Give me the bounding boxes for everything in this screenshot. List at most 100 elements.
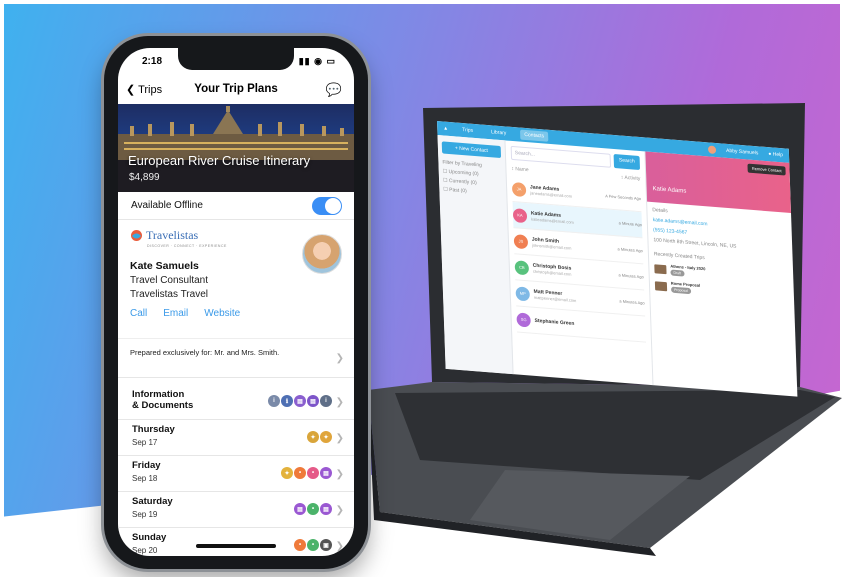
activity-icons: ✦ • • ▤ xyxy=(281,467,332,479)
tab-library[interactable]: Library xyxy=(487,127,511,139)
itinerary-row-date: Sep 17 xyxy=(132,438,158,447)
contact-row-activity: a Minutes Ago xyxy=(618,272,644,280)
itinerary-row-title: Sunday xyxy=(132,532,166,543)
tab-trips[interactable]: Trips xyxy=(458,125,477,137)
trip-badge: Draft xyxy=(670,269,685,277)
activity-type-icon: ▤ xyxy=(307,395,319,407)
activity-icons: i ℹ ▤ ▤ i xyxy=(268,395,332,407)
contact-row-name: Stephanie Green xyxy=(534,317,575,327)
activity-type-icon: • xyxy=(294,467,306,479)
website-link[interactable]: Website xyxy=(204,308,240,319)
activity-type-icon: ✦ xyxy=(307,431,319,443)
itinerary-row-date: Sep 20 xyxy=(132,546,158,555)
chevron-right-icon: ❯ xyxy=(335,433,344,444)
itinerary-row-title: Information & Documents xyxy=(132,389,193,411)
activity-type-icon: ✦ xyxy=(320,431,332,443)
chevron-right-icon: ❯ xyxy=(335,541,344,552)
chevron-right-icon: ❯ xyxy=(335,469,344,480)
filter-currently-label: Currently (0) xyxy=(448,177,477,187)
activity-type-icon: ▤ xyxy=(294,503,306,515)
trip-badge: Proposal xyxy=(670,286,692,295)
chat-icon[interactable]: 💬 xyxy=(326,82,342,98)
prepared-for-row[interactable]: Prepared exclusively for: Mr. and Mrs. S… xyxy=(118,338,354,378)
travelistas-logo: Travelistas xyxy=(130,228,198,243)
contact-search-input[interactable]: Search... xyxy=(510,145,612,168)
contact-row-email: mattpenner@email.com xyxy=(533,294,577,303)
contacts-list-panel: Search... Search ↕ Name ↕ Activity JA Jan… xyxy=(505,140,654,386)
filter-past[interactable]: ☐ Past (0) xyxy=(443,187,502,198)
offline-row: Available Offline xyxy=(118,192,354,220)
status-time: 2:18 xyxy=(142,56,163,67)
column-name[interactable]: ↕ Name xyxy=(511,166,528,173)
contact-row-activity: a Minutes Ago xyxy=(619,298,645,306)
contact-avatar: JA xyxy=(511,181,527,197)
itinerary-row-title: Friday xyxy=(132,460,161,471)
itinerary-row[interactable]: Sunday Sep 20 • • ▣ ❯ xyxy=(118,528,354,556)
column-activity[interactable]: ↕ Activity xyxy=(621,175,641,183)
row-title-line1: Friday xyxy=(132,460,161,471)
home-indicator[interactable] xyxy=(196,544,276,548)
contact-name: Katie Adams xyxy=(652,186,687,195)
contact-row-activity: a Minute Ago xyxy=(618,220,643,228)
contact-row-activity: A Few Seconds Ago xyxy=(605,193,642,202)
contact-row-email: johnsmith@email.com xyxy=(531,242,572,251)
help-link[interactable]: ● Help xyxy=(768,151,783,158)
itinerary-row[interactable]: Thursday Sep 17 ✦ ✦ ❯ xyxy=(118,420,354,456)
itinerary-row-title: Thursday xyxy=(132,424,175,435)
column-name-label: Name xyxy=(515,166,529,174)
tab-contacts[interactable]: Contacts xyxy=(520,129,549,142)
agent-company: Travelistas Travel xyxy=(130,289,208,300)
phone-screen: 2:18 ▮▮ ◉ ▭ ❮ Trips Your Trip Plans 💬 Eu… xyxy=(118,48,354,556)
call-link[interactable]: Call xyxy=(130,308,147,319)
chevron-right-icon: ❯ xyxy=(335,397,344,408)
row-title-line1: Sunday xyxy=(132,532,167,543)
contact-detail-panel: Remove Contact Katie Adams Details katie… xyxy=(645,151,797,396)
signal-wifi-battery-icon: ▮▮ ◉ ▭ xyxy=(298,56,336,66)
new-contact-button[interactable]: + New Contact xyxy=(441,141,502,159)
activity-type-icon: • xyxy=(294,539,306,551)
logo-mark-icon xyxy=(131,230,142,241)
activity-type-icon: ▤ xyxy=(320,503,332,515)
activity-type-icon: ▣ xyxy=(320,539,332,551)
row-title-line1: Thursday xyxy=(132,424,175,435)
itinerary-row[interactable]: Saturday Sep 19 ▤ • ▤ ❯ xyxy=(118,492,354,528)
activity-type-icon: ℹ xyxy=(281,395,293,407)
itinerary-row-title: Saturday xyxy=(132,496,173,507)
column-activity-label: Activity xyxy=(624,174,641,183)
toggle-knob xyxy=(325,198,341,214)
help-label: Help xyxy=(772,151,784,159)
trip-thumbnail xyxy=(654,263,667,274)
itinerary-row-date: Sep 18 xyxy=(132,474,158,483)
home-icon[interactable]: ▲ xyxy=(443,125,448,131)
activity-type-icon: ▤ xyxy=(294,395,306,407)
activity-type-icon: • xyxy=(307,467,319,479)
itinerary-list: Information & Documents i ℹ ▤ ▤ i ❯ Thursday Sep … xyxy=(118,384,354,556)
agent-role: Travel Consultant xyxy=(130,275,208,286)
row-title-line1: Information xyxy=(132,389,185,400)
activity-icons: • • ▣ xyxy=(294,539,332,551)
activity-type-icon: • xyxy=(307,539,319,551)
user-name[interactable]: Abby Samuels xyxy=(726,148,758,157)
remove-contact-button[interactable]: Remove Contact xyxy=(747,163,786,176)
user-avatar[interactable] xyxy=(707,145,717,155)
contact-avatar: JS xyxy=(513,233,529,249)
activity-icons: ✦ ✦ xyxy=(307,431,332,443)
trip-title: European River Cruise Itinerary xyxy=(128,153,311,168)
contact-row-activity: a Minutes Ago xyxy=(617,246,643,254)
activity-icons: ▤ • ▤ xyxy=(294,503,332,515)
contact-search-button[interactable]: Search xyxy=(613,153,641,171)
contact-avatar: KA xyxy=(512,207,528,223)
contact-rows: JA Jane Adams janeadams@email.com A Few Sec… xyxy=(511,175,647,343)
activity-type-icon: i xyxy=(268,395,280,407)
logo-tagline: DISCOVER · CONNECT · EXPERIENCE xyxy=(147,244,227,248)
email-link[interactable]: Email xyxy=(163,308,188,319)
offline-toggle[interactable] xyxy=(312,197,342,215)
contacts-sidebar: + New Contact Filter by Traveling ☐ Upco… xyxy=(437,135,514,375)
prepared-for-text: Prepared exclusively for: Mr. and Mrs. S… xyxy=(130,348,280,357)
trip-price: $4,899 xyxy=(129,172,160,183)
itinerary-row[interactable]: Information & Documents i ℹ ▤ ▤ i ❯ xyxy=(118,384,354,420)
itinerary-row[interactable]: Friday Sep 18 ✦ • • ▤ ❯ xyxy=(118,456,354,492)
page-title: Your Trip Plans xyxy=(194,83,278,95)
chevron-right-icon: ❯ xyxy=(335,353,344,364)
contact-row-email: katieadams@email.com xyxy=(530,215,574,225)
